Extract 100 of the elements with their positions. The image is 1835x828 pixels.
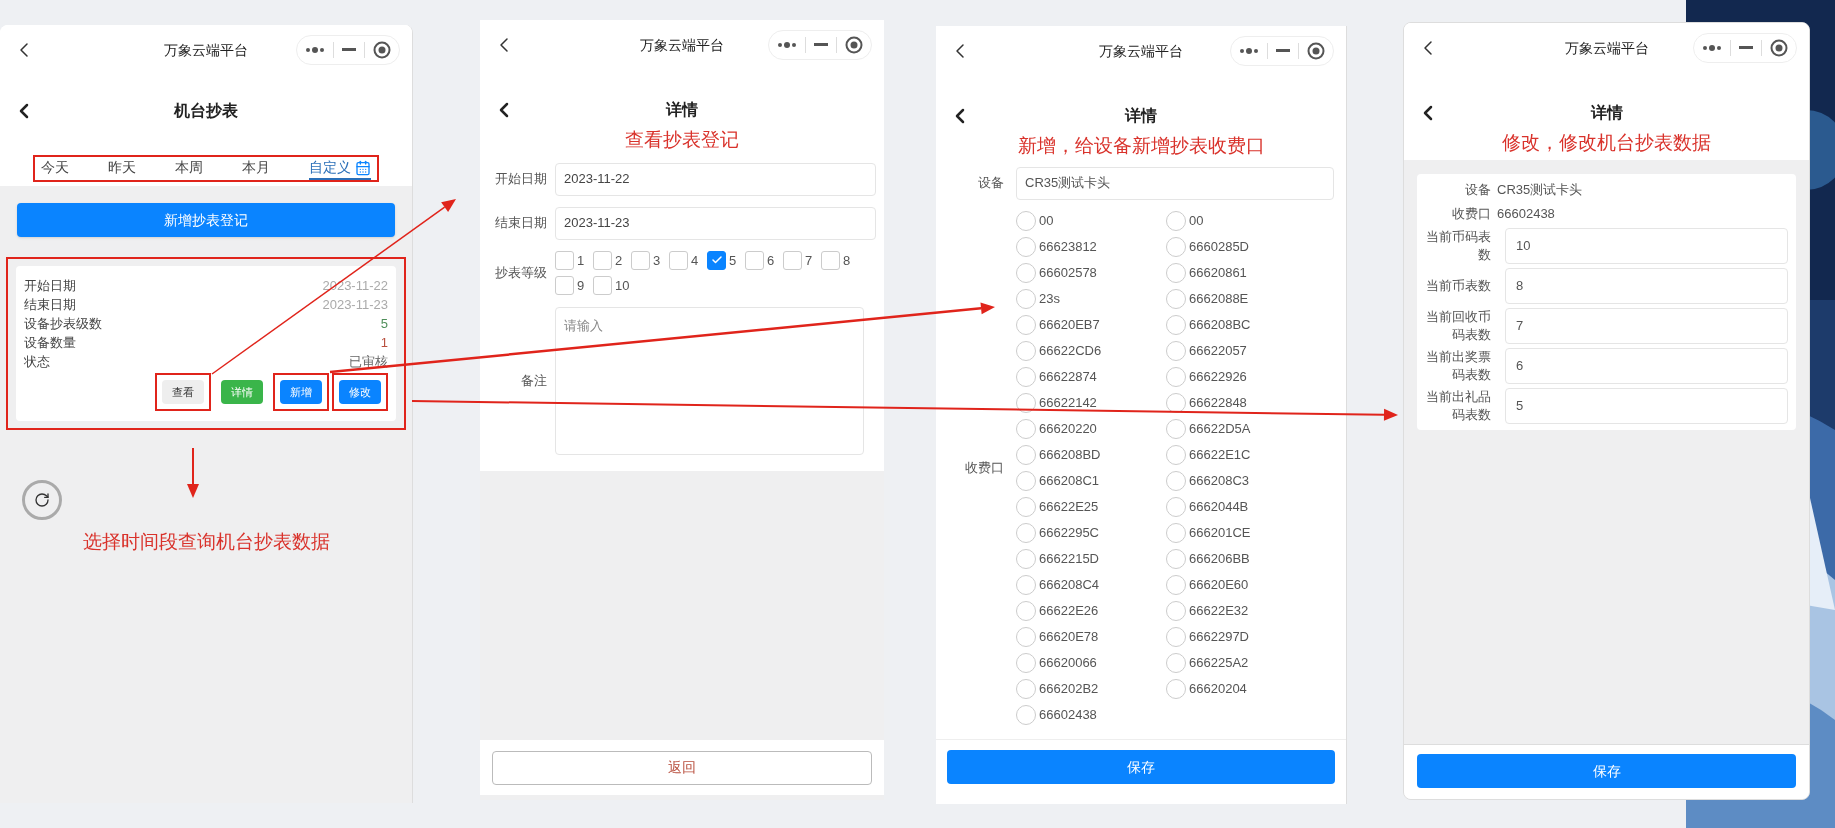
radio-label: 66622142 xyxy=(1039,393,1097,412)
field-value: 5 xyxy=(380,315,388,333)
target-icon[interactable] xyxy=(1307,42,1325,60)
radio-label: 00 xyxy=(1189,211,1204,230)
target-icon[interactable] xyxy=(1770,39,1788,57)
checkbox-label: 1 xyxy=(577,251,585,270)
page-title: 机台抄表 xyxy=(174,101,238,121)
date-tab[interactable]: 本月 xyxy=(242,157,270,180)
target-icon[interactable] xyxy=(845,36,863,54)
window-title: 万象云端平台 xyxy=(1564,38,1649,58)
field-label: 备注 xyxy=(520,371,548,390)
minimize-icon[interactable] xyxy=(1739,46,1753,50)
radio-label: 66622926 xyxy=(1189,367,1247,386)
remark-field[interactable]: 请输入 xyxy=(555,306,864,455)
minimize-icon[interactable] xyxy=(342,48,356,52)
checkbox[interactable] xyxy=(821,250,840,270)
radio-label: 6662297D xyxy=(1189,627,1249,646)
field-label: 收费口 xyxy=(964,458,1005,477)
field-label: 设备数量 xyxy=(24,334,76,352)
input-field[interactable]: 10 xyxy=(1505,227,1788,264)
annotation-caption: 新增，给设备新增抄表收费口 xyxy=(1017,134,1265,158)
checkbox-label: 2 xyxy=(615,251,623,270)
window-title: 万象云端平台 xyxy=(640,35,724,55)
save-button[interactable]: 保存 xyxy=(1417,754,1796,788)
field-label: 设备 xyxy=(977,174,1005,193)
radio-label: 66620E60 xyxy=(1189,575,1249,594)
radio-label: 66622E25 xyxy=(1039,497,1099,516)
field-label: 当前回收币码表数 xyxy=(1425,307,1492,344)
checkbox[interactable] xyxy=(669,250,688,270)
input-field[interactable]: 8 xyxy=(1505,267,1788,304)
checkbox[interactable] xyxy=(783,250,802,270)
checkbox-label: 5 xyxy=(729,251,737,270)
radio-label: 666208BC xyxy=(1189,315,1251,334)
minimize-icon[interactable] xyxy=(814,43,828,47)
date-tab[interactable]: 自定义 xyxy=(309,157,371,180)
minimize-icon[interactable] xyxy=(1276,49,1290,53)
checkbox[interactable] xyxy=(593,250,612,270)
target-icon[interactable] xyxy=(373,41,391,59)
add-record-button[interactable]: 新增抄表登记 xyxy=(17,203,395,237)
field-label: 当前出礼品码表数 xyxy=(1425,387,1492,424)
date-field[interactable]: 2023-11-23 xyxy=(555,206,876,240)
action-button[interactable]: 修改 xyxy=(339,380,381,404)
action-button[interactable]: 新增 xyxy=(280,380,322,404)
action-button[interactable]: 查看 xyxy=(162,380,204,404)
field-label: 设备抄表级数 xyxy=(24,315,102,333)
radio-label: 666202B2 xyxy=(1039,679,1099,698)
back-button[interactable]: 返回 xyxy=(492,750,872,785)
radio-label: 66623812 xyxy=(1039,237,1097,256)
checkbox[interactable] xyxy=(593,276,612,296)
field-value: 66602438 xyxy=(1497,204,1555,223)
save-button[interactable]: 保存 xyxy=(947,750,1335,784)
refresh-button[interactable] xyxy=(22,480,62,520)
annotation-caption: 选择时间段查询机台抄表数据 xyxy=(82,530,330,554)
radio-label: 666208BD xyxy=(1039,445,1101,464)
page-title: 详情 xyxy=(1125,106,1157,126)
radio-label: 666201CE xyxy=(1189,523,1251,542)
field-value: CR35测试卡头 xyxy=(1497,180,1583,199)
input-field[interactable]: 7 xyxy=(1505,307,1788,344)
device-field[interactable]: CR35测试卡头 xyxy=(1016,166,1334,200)
input-field[interactable]: 6 xyxy=(1505,347,1788,384)
date-tab[interactable]: 今天 xyxy=(41,157,69,180)
checkbox-label: 3 xyxy=(653,251,661,270)
more-icon[interactable] xyxy=(777,42,797,48)
radio-label: 66620EB7 xyxy=(1039,315,1100,334)
checkbox[interactable] xyxy=(707,250,726,270)
more-icon[interactable] xyxy=(305,47,325,53)
checkbox[interactable] xyxy=(631,250,650,270)
radio-label: 66622E26 xyxy=(1039,601,1099,620)
radio-label: 66622E1C xyxy=(1189,445,1251,464)
date-field[interactable]: 2023-11-22 xyxy=(555,162,876,196)
radio-label: 66622E32 xyxy=(1189,601,1249,620)
checkbox-label: 6 xyxy=(767,251,775,270)
date-tab[interactable]: 昨天 xyxy=(108,157,136,180)
annotation-caption: 修改，修改机台抄表数据 xyxy=(1502,131,1711,155)
field-label: 当前出奖票码表数 xyxy=(1425,347,1492,384)
field-label: 状态 xyxy=(24,353,50,371)
checkbox[interactable] xyxy=(745,250,764,270)
more-icon[interactable] xyxy=(1239,48,1259,54)
radio-label: 66622D5A xyxy=(1189,419,1251,438)
more-icon[interactable] xyxy=(1702,45,1722,51)
field-label: 抄表等级 xyxy=(494,264,548,283)
radio-label: 66602438 xyxy=(1039,705,1097,724)
radio-label: 666208C1 xyxy=(1039,471,1099,490)
radio-label: 66622874 xyxy=(1039,367,1097,386)
date-tab[interactable]: 本周 xyxy=(175,157,203,180)
refresh-icon xyxy=(34,492,50,508)
radio-label: 6662088E xyxy=(1189,289,1249,308)
input-field[interactable]: 5 xyxy=(1505,387,1788,424)
checkbox-label: 8 xyxy=(843,251,851,270)
radio-label: 66622848 xyxy=(1189,393,1247,412)
field-label: 开始日期 xyxy=(494,170,548,189)
checkbox[interactable] xyxy=(555,276,574,296)
radio-label: 666206BB xyxy=(1189,549,1250,568)
field-label: 结束日期 xyxy=(24,296,76,314)
field-value: 2023-11-23 xyxy=(322,296,388,314)
field-value: 1 xyxy=(380,334,388,352)
radio-label: 66620204 xyxy=(1189,679,1247,698)
checkbox-label: 10 xyxy=(615,277,630,295)
checkbox-label: 9 xyxy=(577,277,585,295)
checkbox[interactable] xyxy=(555,250,574,270)
